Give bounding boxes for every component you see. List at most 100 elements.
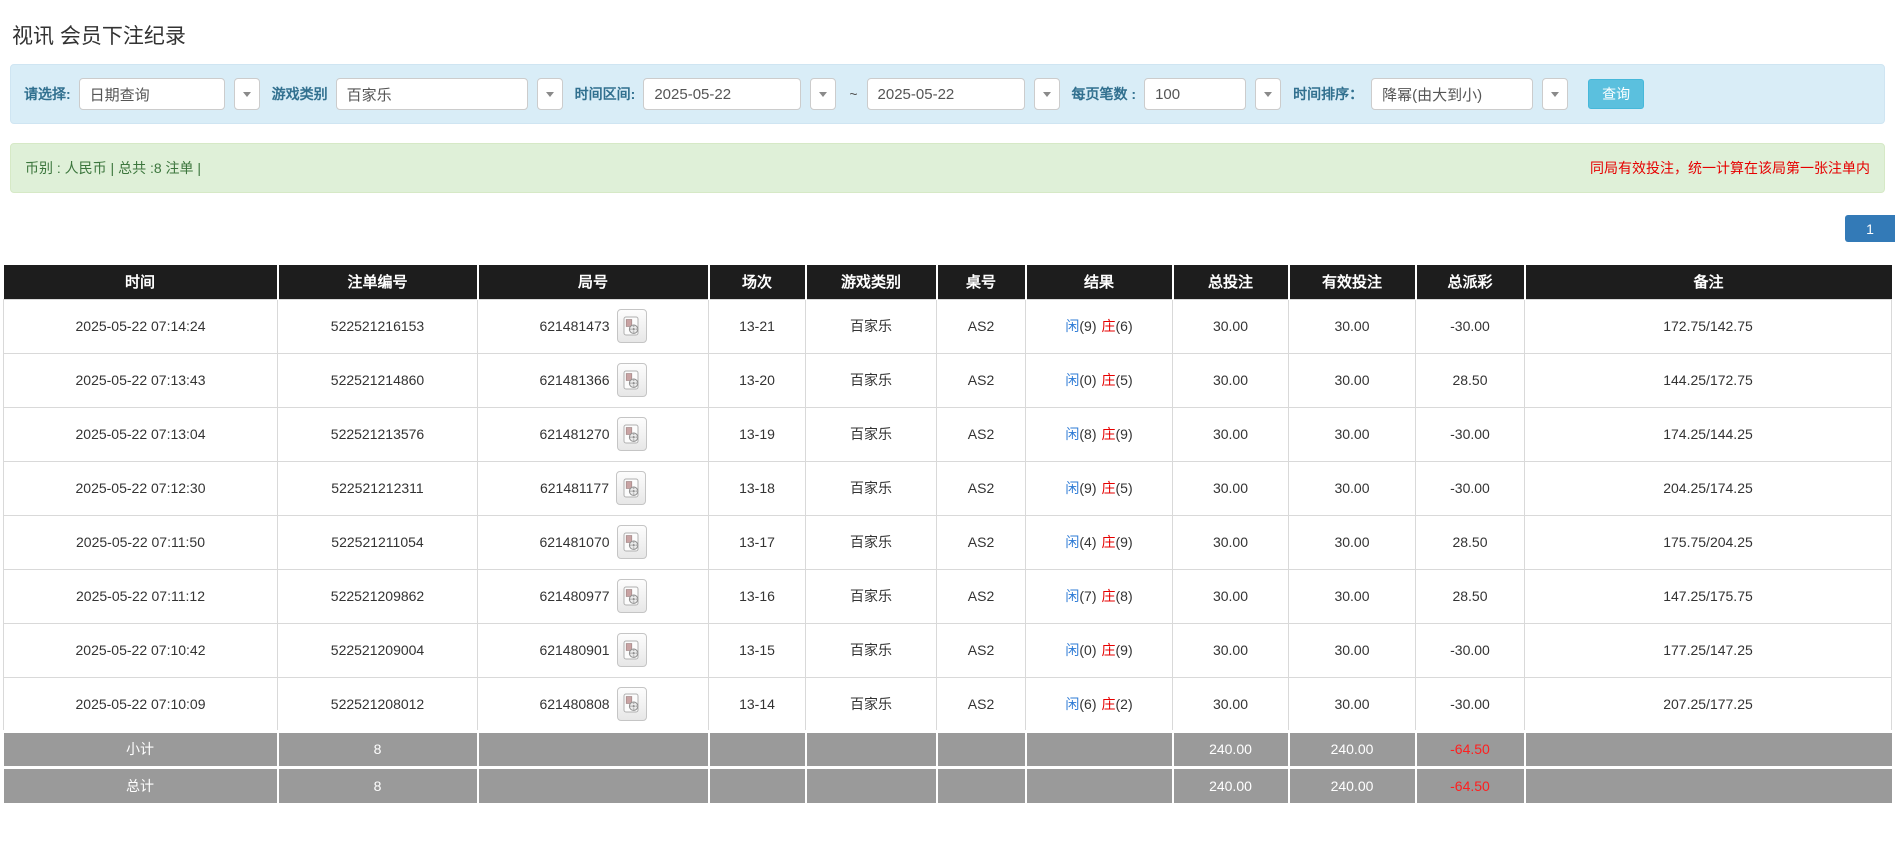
cell-bet-id: 522521214860 (277, 352, 478, 408)
result-banker-score: (2) (1115, 695, 1133, 712)
grand-total-count: 8 (276, 765, 478, 803)
query-type-select[interactable]: 日期查询 (78, 78, 225, 110)
round-id-text: 621481177 (539, 480, 610, 496)
cell-table-no: AS2 (936, 676, 1026, 732)
query-type-caret-button[interactable] (233, 78, 260, 110)
video-replay-button[interactable] (616, 471, 647, 505)
cell-table-no: AS2 (936, 514, 1026, 570)
page-size-caret-button[interactable] (1255, 78, 1282, 110)
video-replay-button[interactable] (616, 633, 647, 667)
game-category-select[interactable]: 百家乐 (335, 78, 528, 110)
cell-bet-id: 522521213576 (277, 406, 478, 462)
film-icon (623, 370, 639, 389)
cell-game-category: 百家乐 (805, 352, 937, 408)
cell-bet-id: 522521208012 (277, 676, 478, 732)
time-sort-label: 时间排序： (1293, 86, 1364, 102)
header-table-no: 桌号 (935, 265, 1026, 299)
header-time: 时间 (3, 265, 278, 299)
video-replay-button[interactable] (616, 309, 647, 343)
chevron-down-icon (545, 91, 554, 97)
cell-result: 闲(0) 庄(9) (1025, 622, 1173, 678)
time-sort-caret-button[interactable] (1542, 78, 1569, 110)
date-to-value: 2025-05-22 (877, 85, 955, 103)
page-size-label: 每页笔数 : (1071, 86, 1137, 102)
cell-remark: 174.25/144.25 (1524, 406, 1892, 462)
video-replay-button[interactable] (616, 686, 647, 721)
cell-session: 13-19 (708, 406, 806, 462)
table-row: 2025-05-22 07:10:42 522521209004 6214809… (3, 622, 1892, 678)
cell-round-id: 621480808 (477, 676, 709, 732)
date-from-value: 2025-05-22 (654, 85, 732, 103)
cell-bet-id: 522521216153 (277, 298, 478, 354)
cell-session: 13-15 (708, 622, 806, 678)
page-size-select[interactable]: 100 (1144, 78, 1247, 110)
date-to-caret-button[interactable] (1033, 78, 1060, 110)
query-type-value: 日期查询 (89, 86, 150, 104)
result-player-score: (4) (1079, 534, 1097, 550)
cell-remark: 172.75/142.75 (1524, 298, 1892, 354)
cell-session: 13-20 (708, 352, 806, 408)
cell-round-id: 621481177 (477, 460, 709, 516)
cell-remark: 204.25/174.25 (1524, 460, 1892, 516)
film-icon (623, 478, 639, 497)
cell-game-category: 百家乐 (805, 568, 937, 624)
game-category-caret-button[interactable] (536, 78, 563, 110)
header-valid-bet: 有效投注 (1287, 265, 1416, 299)
filter-bar: 请选择: 日期查询 游戏类别 百家乐 时间区间: 2025-05-22 ~ 20… (10, 64, 1885, 124)
summary-bar: 币别 : 人民币 | 总共 :8 注单 | 同局有效投注，统一计算在该局第一张注… (10, 143, 1885, 193)
video-replay-button[interactable] (616, 363, 647, 397)
cell-total-bet-link[interactable]: 30.00 (1172, 406, 1289, 462)
result-banker-label: 庄 (1101, 372, 1116, 388)
round-id-text: 621481070 (539, 534, 610, 550)
cell-bet-id: 522521209004 (277, 622, 478, 678)
result-player-score: (8) (1079, 426, 1097, 442)
result-player-label: 闲 (1065, 642, 1080, 658)
video-replay-button[interactable] (616, 525, 647, 559)
time-sort-value: 降幂(由大到小) (1382, 86, 1483, 104)
pagination-page-1[interactable]: 1 (1845, 215, 1895, 242)
search-button[interactable]: 查询 (1588, 79, 1645, 109)
video-replay-button[interactable] (616, 417, 647, 451)
video-replay-button[interactable] (616, 579, 647, 613)
cell-total-bet-link[interactable]: 30.00 (1172, 460, 1289, 516)
game-category-value: 百家乐 (346, 86, 392, 104)
film-icon (623, 316, 639, 335)
cell-session: 13-21 (708, 298, 806, 354)
cell-table-no: AS2 (936, 352, 1026, 408)
cell-total-bet-link[interactable]: 30.00 (1172, 352, 1289, 408)
table-row: 2025-05-22 07:13:04 522521213576 6214812… (3, 406, 1892, 462)
result-banker-label: 庄 (1101, 318, 1116, 334)
cell-result: 闲(0) 庄(5) (1025, 352, 1173, 408)
cell-session: 13-16 (708, 568, 806, 624)
cell-time: 2025-05-22 07:10:42 (3, 622, 278, 678)
query-type-label: 请选择: (24, 86, 71, 102)
cell-bet-id: 522521211054 (277, 514, 478, 570)
cell-total-bet-link[interactable]: 30.00 (1172, 514, 1289, 570)
date-from-select[interactable]: 2025-05-22 (643, 78, 802, 110)
cell-total-bet-link[interactable]: 30.00 (1172, 568, 1289, 624)
result-player-label: 闲 (1065, 695, 1080, 712)
cell-total-bet-link[interactable]: 30.00 (1172, 298, 1289, 354)
cell-time: 2025-05-22 07:14:24 (3, 298, 278, 354)
date-to-select[interactable]: 2025-05-22 (866, 78, 1025, 110)
table-row: 2025-05-22 07:14:24 522521216153 6214814… (3, 298, 1892, 354)
cell-remark: 177.25/147.25 (1524, 622, 1892, 678)
cell-total-bet-link[interactable]: 30.00 (1172, 622, 1289, 678)
chevron-down-icon (1264, 91, 1273, 97)
cell-valid-bet: 30.00 (1288, 406, 1416, 462)
grand-total-valid-bet: 240.00 (1287, 765, 1416, 803)
cell-valid-bet: 30.00 (1288, 514, 1416, 570)
cell-total-bet-link[interactable]: 30.00 (1172, 676, 1289, 732)
grand-total-label: 总计 (3, 765, 278, 803)
round-id-text: 621480977 (539, 588, 610, 604)
currency-total-text: 币别 : 人民币 | 总共 :8 注单 | (25, 160, 202, 176)
result-banker-score: (5) (1115, 480, 1133, 496)
time-sort-select[interactable]: 降幂(由大到小) (1371, 78, 1534, 110)
result-player-score: (9) (1079, 318, 1097, 334)
header-round-id: 局号 (476, 265, 709, 299)
result-banker-score: (8) (1115, 588, 1133, 604)
cell-result: 闲(9) 庄(5) (1025, 460, 1173, 516)
cell-payout: -30.00 (1415, 298, 1525, 354)
result-banker-score: (9) (1115, 642, 1133, 658)
date-from-caret-button[interactable] (810, 78, 837, 110)
